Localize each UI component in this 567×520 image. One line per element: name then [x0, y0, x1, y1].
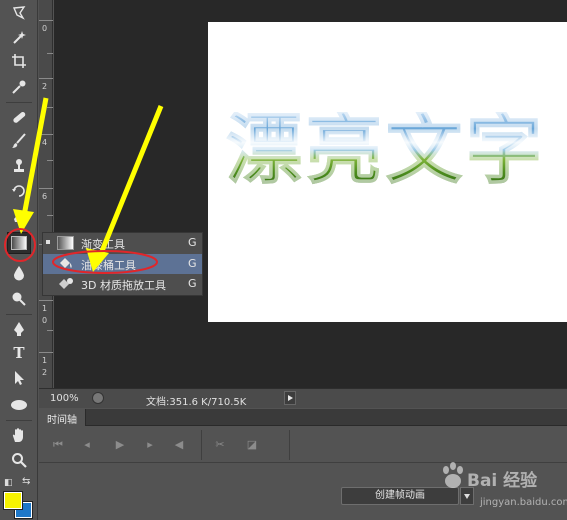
eyedropper-tool-icon[interactable]	[7, 76, 31, 98]
blur-tool-icon[interactable]	[7, 262, 31, 284]
tab-timeline[interactable]: 时间轴	[39, 409, 86, 426]
ellipse-tool-icon[interactable]	[7, 394, 31, 416]
menu-item-shortcut: G	[188, 236, 197, 249]
paw-logo-icon	[443, 462, 463, 488]
menu-item-label: 3D 材质拖放工具	[81, 279, 166, 292]
hand-tool-icon[interactable]	[7, 424, 31, 446]
current-tool-bullet	[46, 240, 50, 244]
vertical-ruler: 0 2 4 6 8 1 0 1 2	[39, 0, 53, 388]
gradient-tool-flyout-menu: 渐变工具 G 油漆桶工具 G 3D 材质拖放工具 G	[42, 232, 203, 296]
timeline-tabbar: 时间轴	[39, 409, 567, 426]
brush-tool-icon[interactable]	[7, 130, 31, 152]
history-brush-tool-icon[interactable]	[7, 180, 31, 202]
dodge-tool-icon[interactable]	[7, 288, 31, 310]
next-frame-icon[interactable]: ▸	[140, 435, 160, 455]
swap-colors-icon[interactable]: ⇆	[22, 476, 30, 487]
ruler-mark: 1	[42, 356, 48, 365]
menu-item-shortcut: G	[188, 257, 197, 270]
magic-wand-tool-icon[interactable]	[7, 26, 31, 48]
eraser-tool-icon[interactable]	[7, 205, 31, 227]
gradient-tool-icon[interactable]	[7, 232, 31, 254]
ruler-mark: 0	[42, 24, 48, 33]
path-selection-tool-icon[interactable]	[7, 367, 31, 389]
document-info: 文档:351.6 K/710.5K	[146, 397, 247, 408]
gradient-icon	[57, 236, 74, 250]
status-bar: 100% 文档:351.6 K/710.5K	[39, 388, 567, 408]
watermark-brand: Bai 经验	[467, 471, 538, 491]
menu-item-gradient-tool[interactable]: 渐变工具 G	[43, 233, 202, 253]
zoom-level[interactable]: 100%	[50, 393, 79, 404]
zoom-tool-icon[interactable]	[7, 449, 31, 471]
menu-item-paint-bucket-tool[interactable]: 油漆桶工具 G	[43, 254, 202, 274]
3d-material-drop-icon	[57, 277, 74, 291]
transition-icon[interactable]: ◪	[242, 435, 262, 455]
ruler-mark: 2	[42, 82, 48, 91]
paint-bucket-icon	[57, 257, 74, 271]
document-canvas[interactable]: 漂亮文字	[208, 22, 567, 322]
menu-item-shortcut: G	[188, 277, 197, 290]
lasso-tool-icon[interactable]	[7, 2, 31, 24]
watermark-site: jingyan.baidu.com	[480, 497, 567, 508]
audio-icon[interactable]: ◀	[169, 435, 189, 455]
menu-item-label: 油漆桶工具	[81, 259, 136, 272]
healing-brush-tool-icon[interactable]	[7, 106, 31, 128]
menu-item-3d-material-drop-tool[interactable]: 3D 材质拖放工具 G	[43, 274, 202, 294]
menu-item-label: 渐变工具	[81, 238, 125, 251]
foreground-color-swatch[interactable]	[3, 491, 23, 510]
default-colors-icon[interactable]: ◧	[4, 478, 13, 488]
status-menu-arrow-icon[interactable]	[284, 391, 296, 405]
ruler-mark: 6	[42, 192, 48, 201]
first-frame-icon[interactable]: ⏮	[48, 435, 68, 455]
play-icon[interactable]: ▶	[110, 435, 130, 455]
zoom-settings-icon[interactable]	[92, 392, 104, 404]
ruler-mark: 4	[42, 138, 48, 147]
tools-panel: T ◧ ⇆	[0, 0, 38, 520]
ruler-mark: 0	[42, 316, 48, 325]
watermark: Bai 经验 jingyan.baidu.com	[440, 458, 567, 518]
clone-stamp-tool-icon[interactable]	[7, 155, 31, 177]
pen-tool-icon[interactable]	[7, 318, 31, 340]
split-scissors-icon[interactable]: ✂	[210, 435, 230, 455]
type-tool-icon[interactable]: T	[7, 342, 31, 364]
previous-frame-icon[interactable]: ◂	[77, 435, 97, 455]
crop-tool-icon[interactable]	[7, 50, 31, 72]
headline-text: 漂亮文字	[226, 105, 546, 194]
ruler-mark: 1	[42, 304, 48, 313]
ruler-mark: 2	[42, 368, 48, 377]
